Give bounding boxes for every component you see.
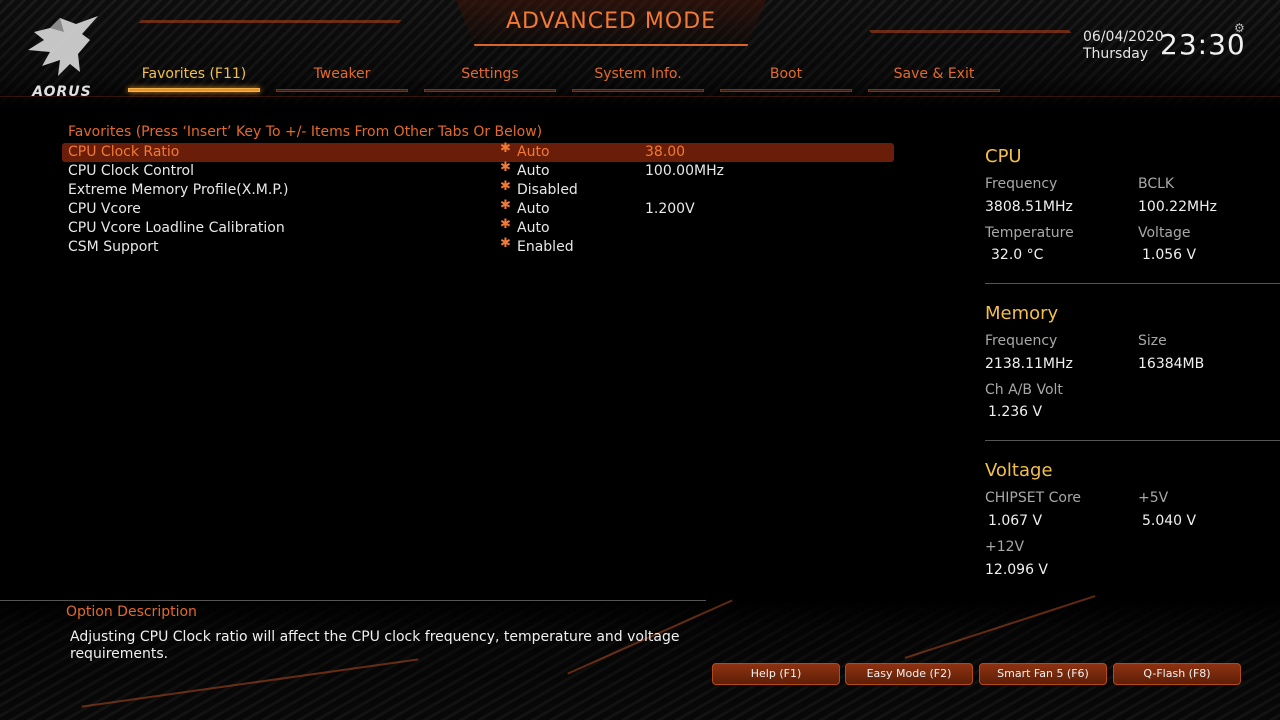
memory-volt-value: 1.236 V [988,404,1043,420]
tab-label: Save & Exit [893,66,975,82]
memory-volt-label: Ch A/B Volt [985,382,1063,398]
setting-value[interactable]: Auto [517,220,550,236]
setting-value[interactable]: Enabled [517,239,574,255]
tab-boot[interactable]: Boot [720,66,852,92]
memory-section-title: Memory [985,303,1059,324]
cpu-temperature-label: Temperature [985,225,1074,241]
voltage-section: Voltage [985,460,1280,481]
setting-label: CPU Vcore [68,201,141,217]
chipset-core-label: CHIPSET Core [985,490,1082,506]
setting-label: CPU Clock Control [68,163,195,179]
setting-row-loadline-calibration[interactable]: CPU Vcore Loadline Calibration ✱ Auto [62,217,894,238]
plus12v-label: +12V [985,539,1025,555]
memory-size-value: 16384MB [1138,356,1205,372]
tab-tweaker[interactable]: Tweaker [276,66,408,92]
cpu-temperature-value: 32.0 °C [991,247,1044,263]
smart-fan-button[interactable]: Smart Fan 5 (F6) [979,663,1107,685]
plus5v-value: 5.040 V [1142,513,1197,529]
easy-mode-button[interactable]: Easy Mode (F2) [845,663,973,685]
memory-frequency-label: Frequency [985,333,1058,349]
footer-streak [904,595,1096,659]
cpu-frequency-label: Frequency [985,176,1058,192]
favorite-star-icon: ✱ [500,198,511,213]
favorite-star-icon: ✱ [500,141,511,156]
logo-text: AORUS [32,84,92,100]
setting-value[interactable]: Auto [517,144,550,160]
setting-current-value: 100.00MHz [645,163,724,179]
setting-value[interactable]: Auto [517,201,550,217]
option-description-title: Option Description [66,604,197,620]
favorites-list: CPU Clock Ratio ✱ Auto 38.00 CPU Clock C… [62,141,894,257]
header-stripe [868,30,1072,33]
setting-row-xmp[interactable]: Extreme Memory Profile(X.M.P.) ✱ Disable… [62,179,894,200]
help-button[interactable]: Help (F1) [712,663,840,685]
setting-value[interactable]: Auto [517,163,550,179]
setting-row-cpu-vcore[interactable]: CPU Vcore ✱ Auto 1.200V [62,198,894,219]
clock-display[interactable]: 23:30 [1160,28,1246,61]
tab-label: Favorites (F11) [141,66,247,82]
setting-label: CPU Vcore Loadline Calibration [68,220,285,236]
setting-current-value: 38.00 [645,144,686,160]
memory-frequency-value: 2138.11MHz [985,356,1073,372]
setting-row-cpu-clock-ratio[interactable]: CPU Clock Ratio ✱ Auto 38.00 [62,141,894,162]
option-description-text: Adjusting CPU Clock ratio will affect th… [70,629,680,662]
memory-size-label: Size [1138,333,1167,349]
tab-underline [276,89,408,92]
header-stripe [138,20,402,23]
setting-current-value: 1.200V [645,201,695,217]
date-display: 06/04/2020 Thursday [1083,29,1164,63]
favorite-star-icon: ✱ [500,217,511,232]
setting-label: CPU Clock Ratio [68,144,180,160]
tab-underline [868,89,1000,92]
q-flash-button[interactable]: Q-Flash (F8) [1113,663,1241,685]
favorite-star-icon: ✱ [500,236,511,251]
day-text: Thursday [1083,46,1149,62]
option-description-divider [0,600,706,601]
tab-system-info[interactable]: System Info. [572,66,704,92]
section-divider [985,440,1280,441]
gear-icon[interactable]: ⚙ [1234,21,1245,35]
setting-row-csm-support[interactable]: CSM Support ✱ Enabled [62,236,894,257]
setting-value[interactable]: Disabled [517,182,578,198]
tab-underline [424,89,556,92]
plus5v-label: +5V [1138,490,1169,506]
footer-streak [81,658,419,708]
favorite-star-icon: ✱ [500,160,511,175]
tab-favorites[interactable]: Favorites (F11) [128,66,260,92]
setting-label: CSM Support [68,239,159,255]
voltage-section-title: Voltage [985,460,1053,481]
cpu-bclk-label: BCLK [1138,176,1175,192]
chipset-core-value: 1.067 V [988,513,1043,529]
tab-save-exit[interactable]: Save & Exit [868,66,1000,92]
setting-label: Extreme Memory Profile(X.M.P.) [68,182,289,198]
tab-underline [720,89,852,92]
plus12v-value: 12.096 V [985,562,1049,578]
header-stripe [0,96,1280,97]
tab-label: Tweaker [313,66,371,82]
cpu-section-title: CPU [985,146,1022,167]
tab-label: Settings [461,66,519,82]
cpu-frequency-value: 3808.51MHz [985,199,1073,215]
cpu-voltage-label: Voltage [1138,225,1191,241]
setting-row-cpu-clock-control[interactable]: CPU Clock Control ✱ Auto 100.00MHz [62,160,894,181]
section-divider [985,283,1280,284]
tab-settings[interactable]: Settings [424,66,556,92]
date-text: 06/04/2020 [1083,29,1164,45]
tab-label: System Info. [594,66,682,82]
favorite-star-icon: ✱ [500,179,511,194]
cpu-voltage-value: 1.056 V [1142,247,1197,263]
page-title: ADVANCED MODE [505,9,717,34]
cpu-section: CPU [985,146,1280,167]
memory-section: Memory [985,303,1280,324]
cpu-bclk-value: 100.22MHz [1138,199,1217,215]
favorites-header: Favorites (Press ‘Insert’ Key To +/- Ite… [68,124,543,140]
tab-underline [128,88,260,92]
tab-underline [572,89,704,92]
tab-label: Boot [769,66,803,82]
